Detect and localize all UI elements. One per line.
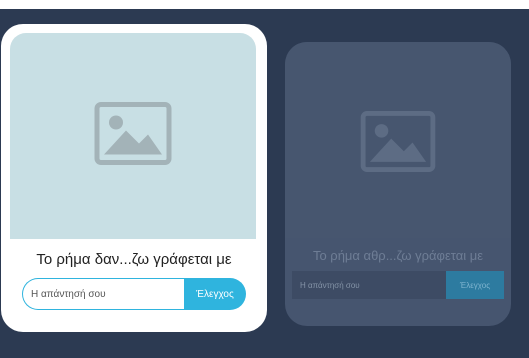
flashcard-stage: Το ρήμα δαν...ζω γράφεται με Έλεγχος Το … [0,9,529,358]
answer-input[interactable] [22,278,184,310]
image-placeholder-icon [94,102,172,171]
card-image-area [285,42,511,238]
flashcard-active: Το ρήμα δαν...ζω γράφεται με Έλεγχος [1,24,267,332]
card-image-area [10,33,256,239]
check-button[interactable]: Έλεγχος [446,271,504,299]
answer-form: Έλεγχος [292,271,504,299]
answer-input[interactable] [292,271,446,299]
answer-form: Έλεγχος [22,278,246,310]
flashcard-next: Το ρήμα αθρ...ζω γράφεται με Έλεγχος [285,42,511,326]
question-prompt: Το ρήμα δαν...ζω γράφεται με [36,251,232,268]
image-placeholder-icon [360,110,436,177]
question-prompt: Το ρήμα αθρ...ζω γράφεται με [312,248,484,263]
check-button[interactable]: Έλεγχος [184,278,246,310]
